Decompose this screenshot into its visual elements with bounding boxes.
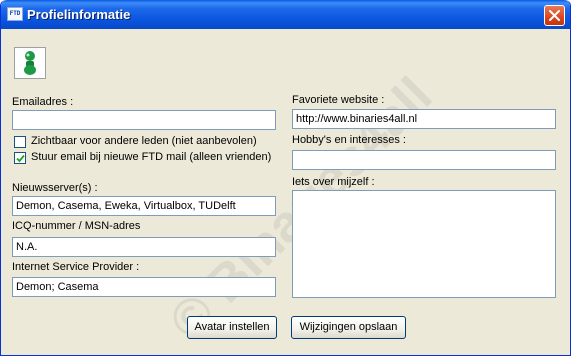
window-title: Profielinformatie bbox=[27, 7, 131, 22]
website-field[interactable]: http://www.binaries4all.nl bbox=[292, 109, 556, 129]
avatar-button[interactable]: Avatar instellen bbox=[187, 316, 277, 339]
close-button[interactable] bbox=[544, 5, 565, 26]
save-button[interactable]: Wijzigingen opslaan bbox=[291, 316, 406, 339]
visible-checkbox[interactable] bbox=[14, 136, 26, 148]
email-label: Emailadres : bbox=[12, 96, 74, 108]
app-icon: FTD bbox=[7, 7, 23, 21]
title-bar[interactable]: FTD Profielinformatie bbox=[1, 0, 570, 29]
profile-window: FTD Profielinformatie © Binaries4all Ema… bbox=[0, 0, 571, 356]
mail-checkbox-label[interactable]: Stuur email bij nieuwe FTD mail (alleen … bbox=[31, 151, 271, 163]
checkmark-icon bbox=[16, 154, 25, 163]
icq-label: ICQ-nummer / MSN-adres bbox=[12, 220, 141, 232]
isp-field[interactable]: Demon; Casema bbox=[12, 277, 276, 297]
about-textarea[interactable] bbox=[292, 190, 556, 298]
mail-checkbox[interactable] bbox=[14, 152, 26, 164]
green-avatar-icon bbox=[24, 51, 36, 75]
icq-field[interactable]: N.A. bbox=[12, 237, 276, 257]
avatar bbox=[14, 47, 46, 79]
newsservers-field[interactable]: Demon, Casema, Eweka, Virtualbox, TUDelf… bbox=[12, 196, 276, 216]
about-label: Iets over mijzelf : bbox=[292, 176, 375, 188]
website-label: Favoriete website : bbox=[292, 94, 385, 106]
hobbies-label: Hobby's en interesses : bbox=[292, 134, 406, 146]
hobbies-field[interactable] bbox=[292, 150, 556, 170]
close-icon bbox=[549, 10, 560, 21]
email-field[interactable] bbox=[12, 110, 276, 130]
form-content: © Binaries4all Emailadres : Zichtbaar vo… bbox=[1, 29, 570, 355]
newsservers-label: Nieuwsserver(s) : bbox=[12, 182, 98, 194]
isp-label: Internet Service Provider : bbox=[12, 261, 140, 273]
visible-checkbox-label[interactable]: Zichtbaar voor andere leden (niet aanbev… bbox=[31, 135, 257, 147]
